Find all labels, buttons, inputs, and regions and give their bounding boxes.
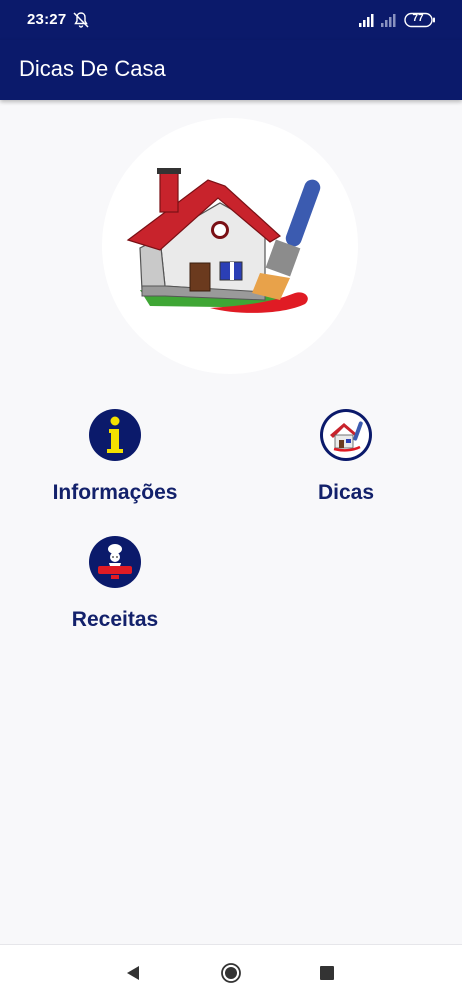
notifications-off-icon	[73, 12, 89, 28]
recents-icon[interactable]	[315, 961, 339, 985]
menu-label-dicas: Dicas	[317, 481, 375, 504]
menu-item-receitas[interactable]: Receitas	[45, 536, 185, 632]
home-icon[interactable]	[219, 961, 243, 985]
back-icon[interactable]	[121, 961, 145, 985]
navigation-bar	[0, 944, 462, 1001]
menu-label-receitas: Receitas	[71, 608, 159, 631]
signal-icon	[359, 14, 374, 27]
house-paintbrush-icon	[126, 168, 321, 313]
menu-label-informacoes: Informações	[52, 481, 178, 504]
info-icon	[89, 409, 141, 461]
chef-icon	[89, 536, 141, 588]
menu-item-informacoes[interactable]: Informações	[45, 409, 185, 505]
battery-level: 77	[412, 13, 424, 24]
app-bar: Dicas De Casa	[0, 40, 462, 100]
status-bar: 23:27 77	[0, 0, 462, 40]
status-time: 23:27	[27, 11, 67, 28]
hero-image	[102, 118, 358, 374]
menu-item-dicas[interactable]: Dicas	[276, 409, 416, 505]
house-icon	[320, 409, 372, 461]
app-title: Dicas De Casa	[19, 56, 166, 81]
signal-weak-icon	[381, 14, 396, 27]
